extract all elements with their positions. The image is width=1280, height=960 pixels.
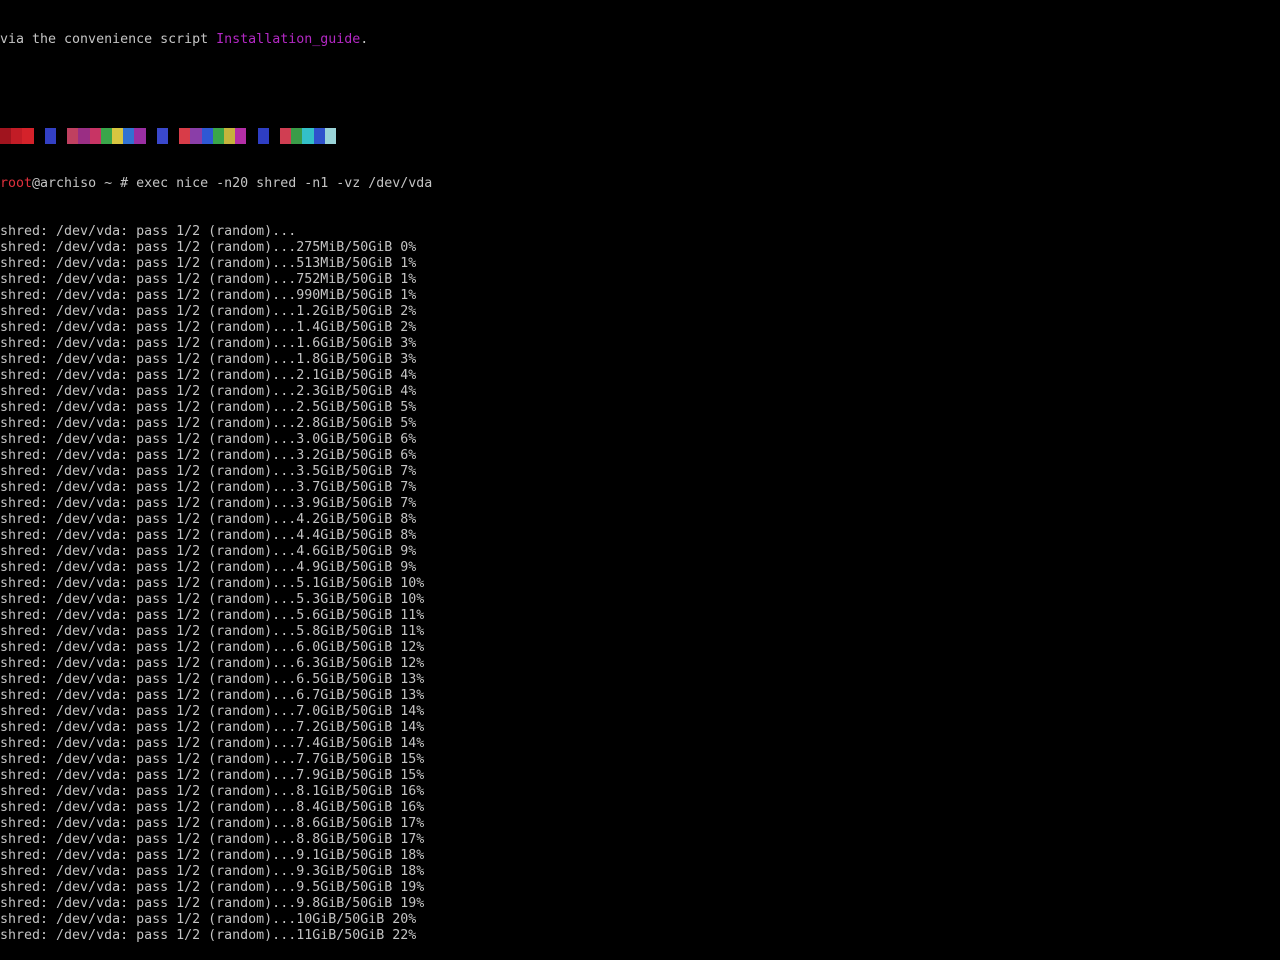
color-swatch — [212, 128, 225, 144]
output-line: shred: /dev/vda: pass 1/2 (random)... — [0, 224, 297, 239]
color-swatch — [324, 128, 336, 144]
color-swatch — [123, 128, 135, 144]
color-swatch — [313, 128, 325, 144]
output-line: shred: /dev/vda: pass 1/2 (random)...2.1… — [0, 368, 417, 383]
color-swatch — [190, 128, 202, 144]
intro-line: via the convenience script Installation_… — [0, 32, 1280, 48]
output-line: shred: /dev/vda: pass 1/2 (random)...8.1… — [0, 784, 425, 799]
intro-text: via the convenience script — [0, 32, 217, 47]
output-line: shred: /dev/vda: pass 1/2 (random)...5.3… — [0, 592, 425, 607]
color-swatch — [268, 128, 281, 144]
installation-guide-link[interactable]: Installation_guide — [216, 32, 360, 47]
output-line: shred: /dev/vda: pass 1/2 (random)...5.6… — [0, 608, 425, 623]
output-line: shred: /dev/vda: pass 1/2 (random)...4.6… — [0, 544, 417, 559]
output-line: shred: /dev/vda: pass 1/2 (random)...7.4… — [0, 736, 425, 751]
output-line: shred: /dev/vda: pass 1/2 (random)...9.8… — [0, 896, 425, 911]
output-line: shred: /dev/vda: pass 1/2 (random)...8.6… — [0, 816, 425, 831]
color-swatch — [112, 128, 124, 144]
output-line: shred: /dev/vda: pass 1/2 (random)...7.9… — [0, 768, 425, 783]
output-line: shred: /dev/vda: pass 1/2 (random)...6.5… — [0, 672, 425, 687]
color-swatch — [44, 128, 57, 144]
output-line: shred: /dev/vda: pass 1/2 (random)...7.2… — [0, 720, 425, 735]
output-line: shred: /dev/vda: pass 1/2 (random)...1.8… — [0, 352, 417, 367]
intro-trailing-text: . — [360, 32, 369, 47]
color-swatch — [302, 128, 314, 144]
output-line: shred: /dev/vda: pass 1/2 (random)...2.5… — [0, 400, 417, 415]
output-line: shred: /dev/vda: pass 1/2 (random)...752… — [0, 272, 417, 287]
color-swatch — [56, 128, 68, 144]
output-line: shred: /dev/vda: pass 1/2 (random)...513… — [0, 256, 417, 271]
color-swatch — [22, 128, 34, 144]
output-line: shred: /dev/vda: pass 1/2 (random)...8.4… — [0, 800, 425, 815]
output-line: shred: /dev/vda: pass 1/2 (random)...9.5… — [0, 880, 425, 895]
output-line: shred: /dev/vda: pass 1/2 (random)...1.6… — [0, 336, 417, 351]
color-bar — [0, 128, 336, 144]
output-line: shred: /dev/vda: pass 1/2 (random)...7.0… — [0, 704, 425, 719]
color-swatch — [134, 128, 146, 144]
color-swatch — [257, 128, 269, 144]
output-line: shred: /dev/vda: pass 1/2 (random)...11G… — [0, 928, 417, 943]
color-swatch — [78, 128, 90, 144]
output-line: shred: /dev/vda: pass 1/2 (random)...5.8… — [0, 624, 425, 639]
output-line: shred: /dev/vda: pass 1/2 (random)...5.1… — [0, 576, 425, 591]
output-line: shred: /dev/vda: pass 1/2 (random)...8.8… — [0, 832, 425, 847]
prompt-line: root@archiso ~ # exec nice -n20 shred -n… — [0, 176, 1280, 192]
output-line: shred: /dev/vda: pass 1/2 (random)...9.3… — [0, 864, 425, 879]
terminal-console[interactable]: via the convenience script Installation_… — [0, 0, 1280, 943]
color-swatch — [201, 128, 213, 144]
color-swatch — [224, 128, 236, 144]
color-swatch — [168, 128, 180, 144]
color-swatch — [145, 128, 157, 144]
output-line: shred: /dev/vda: pass 1/2 (random)...10G… — [0, 912, 417, 927]
color-swatch — [33, 128, 45, 144]
output-line: shred: /dev/vda: pass 1/2 (random)...990… — [0, 288, 417, 303]
output-line: shred: /dev/vda: pass 1/2 (random)...1.2… — [0, 304, 417, 319]
prompt-host: @archiso — [32, 176, 97, 191]
output-line: shred: /dev/vda: pass 1/2 (random)...4.9… — [0, 560, 417, 575]
output-line: shred: /dev/vda: pass 1/2 (random)...4.4… — [0, 528, 417, 543]
color-swatch — [67, 128, 79, 144]
output-line: shred: /dev/vda: pass 1/2 (random)...3.0… — [0, 432, 417, 447]
output-line: shred: /dev/vda: pass 1/2 (random)...6.0… — [0, 640, 425, 655]
color-swatch — [11, 128, 23, 144]
color-swatch — [0, 128, 12, 144]
output-line: shred: /dev/vda: pass 1/2 (random)...1.4… — [0, 320, 417, 335]
color-swatch — [179, 128, 191, 144]
output-line: shred: /dev/vda: pass 1/2 (random)...6.7… — [0, 688, 425, 703]
output-line: shred: /dev/vda: pass 1/2 (random)...4.2… — [0, 512, 417, 527]
color-swatch — [156, 128, 169, 144]
output-line: shred: /dev/vda: pass 1/2 (random)...2.3… — [0, 384, 417, 399]
color-swatch — [246, 128, 258, 144]
color-swatch — [235, 128, 247, 144]
shred-output: shred: /dev/vda: pass 1/2 (random)... shr… — [0, 224, 1280, 944]
output-line: shred: /dev/vda: pass 1/2 (random)...275… — [0, 240, 417, 255]
color-swatch — [89, 128, 101, 144]
prompt-command: ~ # exec nice -n20 shred -n1 -vz /dev/vd… — [96, 176, 433, 191]
prompt-user: root — [0, 176, 33, 191]
color-swatch — [291, 128, 303, 144]
output-line: shred: /dev/vda: pass 1/2 (random)...3.5… — [0, 464, 417, 479]
output-line: shred: /dev/vda: pass 1/2 (random)...3.9… — [0, 496, 417, 511]
output-line: shred: /dev/vda: pass 1/2 (random)...3.2… — [0, 448, 417, 463]
output-line: shred: /dev/vda: pass 1/2 (random)...9.1… — [0, 848, 425, 863]
output-line: shred: /dev/vda: pass 1/2 (random)...6.3… — [0, 656, 425, 671]
output-line: shred: /dev/vda: pass 1/2 (random)...2.8… — [0, 416, 417, 431]
output-line: shred: /dev/vda: pass 1/2 (random)...7.7… — [0, 752, 425, 767]
output-line: shred: /dev/vda: pass 1/2 (random)...3.7… — [0, 480, 417, 495]
color-swatch — [280, 128, 292, 144]
color-swatch — [100, 128, 113, 144]
